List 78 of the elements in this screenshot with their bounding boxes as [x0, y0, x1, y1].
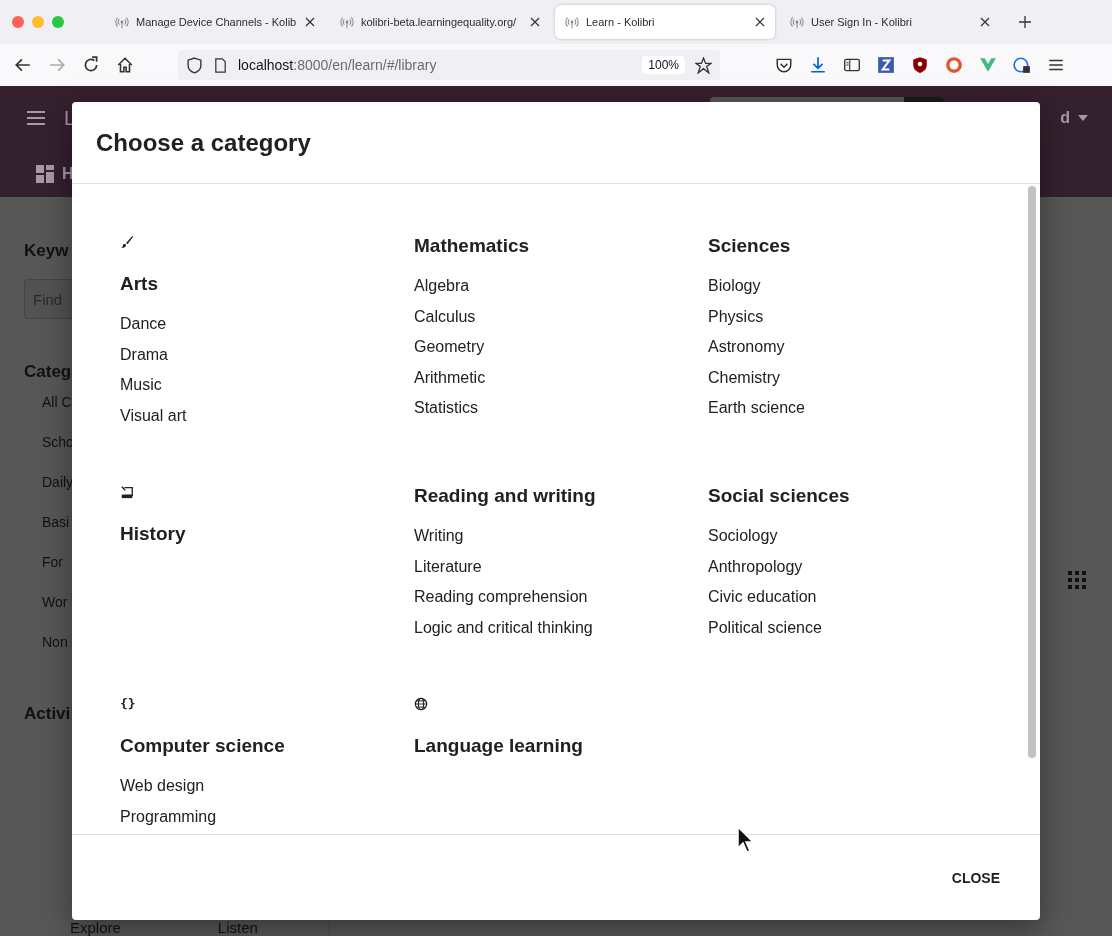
category-title[interactable]: Sciences [708, 234, 791, 258]
category-title[interactable]: Reading and writing [414, 484, 596, 508]
subcategory-link[interactable]: Programming [120, 801, 217, 832]
category-title[interactable]: Mathematics [414, 234, 530, 258]
square-icon[interactable] [877, 56, 895, 74]
tab-title: User Sign In - Kolibri [811, 16, 913, 28]
subcategory-link[interactable]: Biology [708, 271, 761, 302]
category-title[interactable]: Arts [120, 272, 158, 296]
download-icon[interactable] [809, 56, 827, 74]
browser-tab[interactable]: Manage Device Channels - Kolib [105, 5, 325, 39]
grid-icon[interactable] [36, 164, 54, 183]
subcategory-link[interactable]: Dance [120, 309, 167, 340]
page-icon[interactable] [213, 57, 228, 73]
broadcast-icon [115, 15, 129, 29]
subcategory-link[interactable]: Sociology [708, 521, 778, 552]
broadcast-icon [565, 15, 579, 29]
broadcast-icon [790, 15, 804, 29]
close-icon[interactable] [305, 17, 315, 27]
browser-tab[interactable]: Learn - Kolibri [555, 5, 775, 39]
close-icon[interactable] [755, 17, 765, 27]
user-menu[interactable]: d [1060, 109, 1088, 127]
shield-icon[interactable] [186, 56, 203, 74]
home-icon[interactable] [116, 56, 134, 74]
reload-icon[interactable] [82, 56, 100, 74]
category-title[interactable]: Computer science [120, 734, 285, 758]
close-button[interactable]: CLOSE [941, 861, 1010, 894]
tab-title: Manage Device Channels - Kolib [136, 16, 298, 28]
subcategory-link[interactable]: Anthropology [708, 551, 803, 582]
subcategory-link[interactable]: Geometry [414, 332, 485, 363]
broadcast-icon [340, 15, 354, 29]
browser-tab[interactable]: User Sign In - Kolibri [780, 5, 1000, 39]
section-heading: Keyw [24, 241, 70, 261]
subcategory-link[interactable]: Civic education [708, 582, 817, 613]
close-icon[interactable] [980, 17, 990, 27]
star-icon[interactable] [695, 56, 712, 74]
subcategory-link[interactable]: Web design [120, 771, 205, 802]
caret-icon [1078, 115, 1088, 121]
subcategory-link[interactable]: Arithmetic [414, 362, 486, 393]
subcategory-link[interactable]: Visual art [120, 400, 187, 431]
subcategory-link[interactable]: Literature [414, 551, 482, 582]
tab-title: Learn - Kolibri [586, 16, 656, 28]
subcategory-link[interactable]: Algebra [414, 271, 470, 302]
category-title[interactable]: Language learning [414, 734, 583, 758]
section-heading: Categ [24, 362, 73, 382]
subcategory-link[interactable]: Music [120, 370, 162, 401]
browser-tab[interactable]: kolibri-beta.learningequality.org/ [330, 5, 550, 39]
close-icon[interactable] [530, 17, 540, 27]
subcategory-link[interactable]: Writing [414, 521, 464, 552]
plus-icon[interactable] [1019, 16, 1031, 28]
url-text: localhost:8000/en/learn/#/library [238, 57, 437, 73]
subcategory-link[interactable]: Calculus [414, 301, 476, 332]
zoom-badge[interactable]: 100% [642, 56, 685, 74]
subcategory-link[interactable]: Astronomy [708, 332, 785, 363]
sidebar-icon[interactable] [843, 56, 861, 74]
subcategory-link[interactable]: Statistics [414, 393, 478, 424]
grid-view-icon[interactable] [1068, 571, 1086, 589]
subcategory-link[interactable]: Physics [708, 301, 764, 332]
back-arrow-icon[interactable] [14, 56, 32, 74]
nav-link[interactable]: H [62, 164, 74, 183]
window-control-button[interactable] [12, 16, 24, 28]
subcategory-link[interactable]: Political science [708, 612, 822, 643]
lock-badge-icon[interactable] [1013, 56, 1031, 74]
shield-icon[interactable] [911, 56, 929, 74]
pocket-icon[interactable] [775, 56, 793, 74]
scrollbar-thumb[interactable] [1028, 186, 1036, 758]
subcategory-link[interactable]: Drama [120, 339, 168, 370]
section-heading: Activi [24, 704, 72, 724]
circle-icon[interactable] [945, 56, 963, 74]
category-title[interactable]: History [120, 522, 186, 546]
subcategory-link[interactable]: Chemistry [708, 362, 780, 393]
category-title[interactable]: Social sciences [708, 484, 850, 508]
address-bar[interactable]: localhost:8000/en/learn/#/library 100% [178, 50, 720, 80]
dialog-title: Choose a category [96, 128, 311, 157]
braces-icon: {} [120, 696, 136, 712]
subcategory-link[interactable]: Logic and critical thinking [414, 612, 593, 643]
tab-title: kolibri-beta.learningequality.org/ [361, 16, 518, 28]
subcategory-link[interactable]: Reading comprehension [414, 582, 588, 613]
subcategory-link[interactable]: Earth science [708, 393, 805, 424]
